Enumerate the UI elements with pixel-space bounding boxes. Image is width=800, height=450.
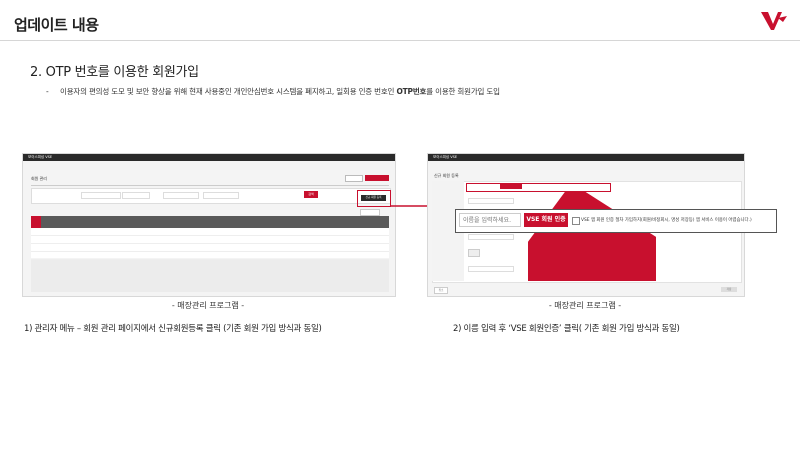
description-bullet: - 이용자의 편의성 도모 및 보안 향상을 위해 현재 사용중인 개인안심번호 … (46, 86, 500, 97)
app-topbar: 보이스피싱 VSE (428, 154, 744, 161)
table-header (31, 216, 389, 228)
register-button-top[interactable] (365, 175, 389, 181)
bullet-text-post: 를 이용한 회원가입 도입 (426, 87, 500, 96)
search-button[interactable]: 검색 (304, 191, 318, 198)
bullet-text-bold: OTP번호 (396, 87, 427, 96)
table-bottom-area (31, 260, 389, 292)
bullet-dash: - (46, 87, 49, 96)
header-tool-button[interactable] (345, 175, 363, 182)
caption-right: - 매장관리 프로그램 - (548, 301, 622, 310)
consent-checkbox[interactable] (572, 217, 580, 225)
step-2-description: 2) 이름 입력 후 ‘VSE 회원인증’ 클릭( 기존 회원 가입 방식과 동… (453, 324, 680, 334)
table-header-no-cell (31, 216, 41, 228)
form-row-button-1[interactable] (468, 249, 480, 257)
app-brand: 보이스피싱 VSE (28, 155, 53, 159)
vse-verify-button[interactable]: VSE 회원 인증 (524, 213, 568, 227)
screen-heading: 회원 관리 (31, 176, 47, 181)
table-body (31, 228, 389, 260)
register-button[interactable]: 신규 회원 등록 (361, 195, 386, 201)
caption-left: - 매장관리 프로그램 - (171, 301, 245, 310)
otp-row-button[interactable] (500, 184, 522, 189)
date-to-input[interactable] (203, 192, 239, 199)
consent-text: VSE 앱 회원 인증 절차 가입하지(회원/비정회시, 명성 저장등) 앱 서… (581, 218, 752, 223)
screen-heading: 신규 회원 등록 (434, 173, 459, 178)
form-row-line-1 (468, 198, 514, 204)
vse-logo-icon (761, 12, 787, 30)
section-title: 2. OTP 번호를 이용한 회원가입 (30, 65, 199, 80)
form-row-line-3 (468, 266, 514, 272)
date-from-input[interactable] (163, 192, 199, 199)
bullet-text-pre: 이용자의 편의성 도모 및 보안 향상을 위해 현재 사용중인 개인안심번호 시… (60, 87, 397, 96)
page-size-select[interactable] (360, 209, 380, 216)
app-brand: 보이스피싱 VSE (433, 155, 458, 159)
app-topbar: 보이스피싱 VSE (23, 154, 395, 161)
header-divider (0, 40, 800, 41)
register-button-highlight: 신규 회원 등록 (357, 190, 391, 207)
filter-select-2[interactable] (122, 192, 150, 199)
otp-row-highlight (466, 183, 611, 192)
divider (31, 185, 389, 186)
form-row-line-2 (468, 234, 514, 240)
verification-callout: VSE 회원 인증 VSE 앱 회원 인증 절차 가입하지(회원/비정회시, 명… (455, 209, 777, 233)
cancel-button[interactable]: 취소 (434, 287, 448, 294)
member-management-screenshot: 보이스피싱 VSE 회원 관리 검색 신규 회원 등록 (22, 153, 396, 297)
step-1-description: 1) 관리자 메뉴 – 회원 관리 페이지에서 신규회원등록 클릭 (기존 회원… (24, 324, 322, 334)
name-input[interactable] (459, 213, 521, 227)
filter-select-1[interactable] (81, 192, 121, 199)
page-title: 업데이트 내용 (14, 16, 99, 34)
save-button[interactable]: 저장 (721, 287, 737, 292)
